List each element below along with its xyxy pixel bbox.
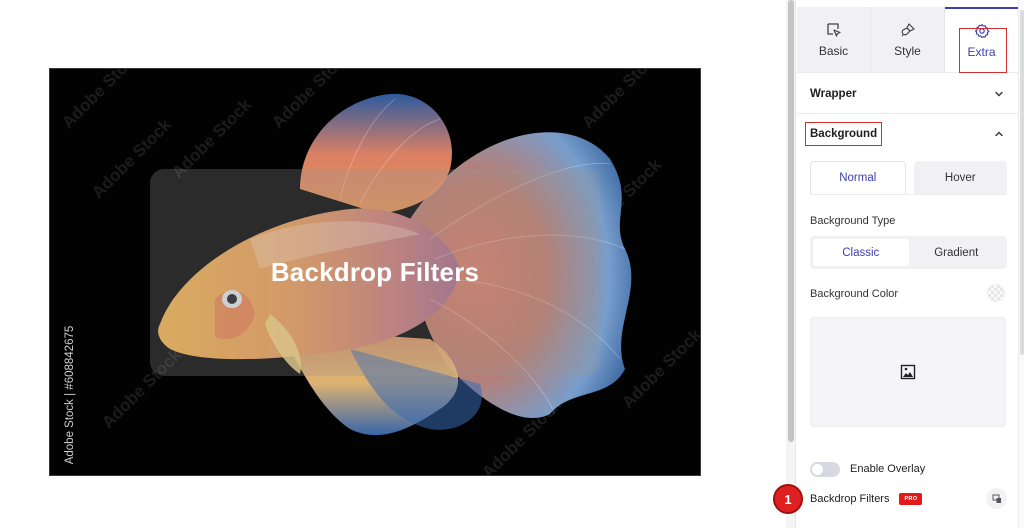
background-type-label: Background Type [810, 215, 896, 227]
tab-extra[interactable]: Extra [945, 7, 1018, 72]
image-icon [900, 364, 916, 380]
overlay-heading: Backdrop Filters [270, 257, 480, 287]
responsive-toggle-button[interactable] [986, 488, 1007, 509]
gear-icon [974, 23, 989, 38]
option-classic[interactable]: Classic [813, 239, 909, 266]
devices-icon [992, 494, 1001, 503]
tab-hover[interactable]: Hover [913, 161, 1007, 194]
tab-label: Basic [818, 43, 849, 58]
tab-basic[interactable]: Basic [797, 7, 871, 72]
panel-scrollbar[interactable] [1018, 0, 1024, 528]
enable-overlay-row: Enable Overlay [810, 460, 925, 478]
background-color-label: Background Color [810, 288, 899, 300]
background-type-toggle: Classic Gradient [810, 236, 1007, 269]
background-image[interactable]: Adobe Stock Adobe Stock Adobe Stock Adob… [49, 68, 701, 476]
backdrop-filters-row: Backdrop Filters PRO [810, 488, 1007, 509]
color-picker-swatch[interactable] [987, 284, 1005, 302]
enable-overlay-toggle[interactable] [810, 461, 840, 477]
tab-label: Extra [967, 44, 996, 59]
scrollbar-thumb[interactable] [1020, 10, 1024, 355]
editor-screen: Adobe Stock Adobe Stock Adobe Stock Adob… [0, 0, 1024, 528]
toggle-knob [812, 463, 823, 475]
section-title: Wrapper [810, 87, 857, 100]
tab-normal[interactable]: Normal [810, 161, 906, 194]
settings-panel: Basic Style Extra Wrapper Background Nor… [797, 0, 1018, 528]
step-marker: 1 [773, 484, 803, 514]
chevron-down-icon [995, 91, 1003, 96]
section-title: Background [810, 128, 878, 140]
paintbrush-icon [901, 22, 915, 36]
stock-credit: Adobe Stock | #608842675 [64, 325, 76, 465]
panel-tabs: Basic Style Extra [797, 7, 1018, 73]
canvas-scrollbar[interactable] [786, 0, 796, 528]
section-background-header[interactable]: Background [797, 114, 1018, 154]
tab-label: Style [894, 43, 921, 58]
chevron-up-icon [995, 131, 1003, 137]
enable-overlay-label: Enable Overlay [850, 463, 926, 475]
tab-style[interactable]: Style [871, 7, 945, 72]
background-image-picker[interactable] [810, 317, 1006, 427]
state-tabs: Normal Hover [810, 161, 1007, 195]
cursor-select-icon [826, 22, 841, 37]
section-wrapper-header[interactable]: Wrapper [797, 74, 1018, 114]
pro-badge: PRO [899, 493, 923, 505]
canvas-preview: Adobe Stock Adobe Stock Adobe Stock Adob… [0, 0, 786, 528]
backdrop-filters-label: Backdrop Filters [810, 493, 890, 505]
option-gradient[interactable]: Gradient [909, 239, 1005, 266]
scrollbar-thumb[interactable] [788, 0, 794, 442]
